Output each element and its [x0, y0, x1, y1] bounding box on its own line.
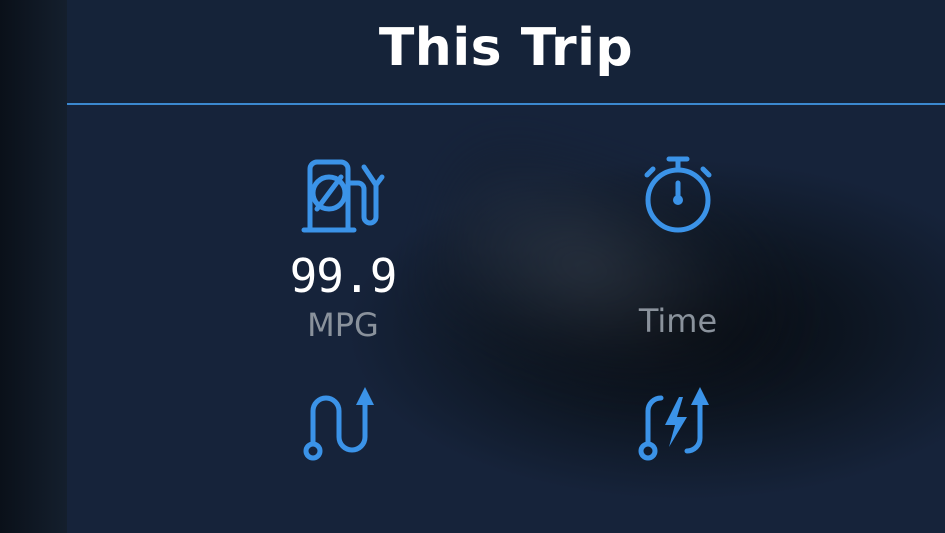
time-unit-label: Time: [638, 302, 718, 340]
mpg-value: 99.9: [289, 249, 398, 303]
fuel-pump-icon: [301, 159, 385, 233]
route-icon: [303, 387, 374, 461]
trip-panel: This Trip 99.9 MPG Time: [67, 0, 945, 533]
mpg-tile[interactable]: 99.9 MPG: [253, 155, 433, 343]
electric-route-icon: [638, 387, 709, 461]
mpg-unit-label: MPG: [307, 306, 379, 344]
page-title: This Trip: [378, 18, 634, 78]
header-bar: This Trip: [67, 0, 945, 105]
distance-tile[interactable]: [253, 385, 433, 465]
ev-tile[interactable]: [588, 385, 768, 465]
left-edge-strip: [0, 0, 67, 533]
stopwatch-icon: [644, 156, 712, 233]
trip-screen: This Trip 99.9 MPG Time: [0, 0, 945, 533]
time-tile[interactable]: Time: [588, 155, 768, 339]
